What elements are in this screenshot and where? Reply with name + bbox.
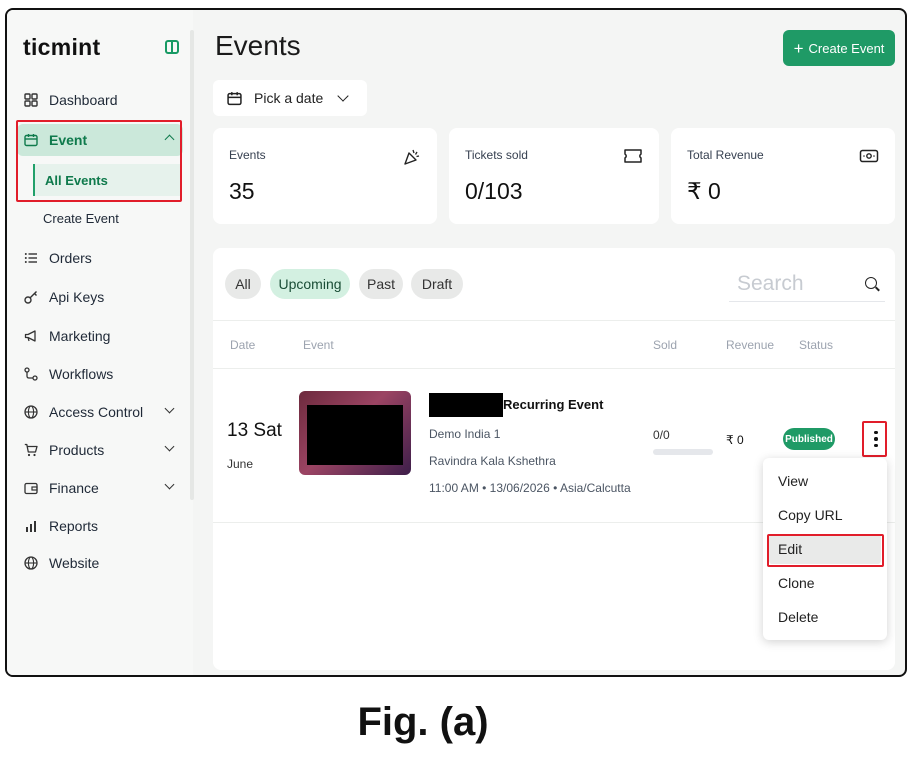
- column-header-status: Status: [799, 338, 834, 352]
- sidebar-item-website[interactable]: Website: [17, 547, 183, 579]
- sold-progress-bar: [653, 449, 713, 455]
- sidebar-item-label: Reports: [49, 518, 99, 534]
- redacted-region: [429, 393, 503, 417]
- sidebar-item-finance[interactable]: Finance: [17, 472, 183, 504]
- sidebar-item-dashboard[interactable]: Dashboard: [17, 84, 183, 116]
- status-badge: Published: [783, 428, 835, 450]
- sidebar-item-label: Finance: [49, 480, 99, 496]
- tab-draft[interactable]: Draft: [411, 269, 463, 299]
- sidebar-item-workflows[interactable]: Workflows: [17, 358, 183, 390]
- sidebar-item-marketing[interactable]: Marketing: [17, 320, 183, 352]
- chevron-down-icon: [164, 479, 175, 490]
- sidebar-item-label: Orders: [49, 250, 92, 266]
- event-revenue: ₹ 0: [726, 433, 744, 447]
- event-venue: Ravindra Kala Kshethra: [429, 454, 556, 468]
- menu-item-copy-url[interactable]: Copy URL: [769, 500, 881, 530]
- column-header-revenue: Revenue: [726, 338, 775, 352]
- event-sold: 0/0: [653, 428, 670, 442]
- stat-value: ₹ 0: [687, 178, 721, 204]
- party-popper-icon: [403, 148, 421, 171]
- chevron-down-icon: [337, 90, 349, 102]
- search-placeholder: Search: [737, 272, 804, 295]
- menu-item-delete[interactable]: Delete: [769, 602, 881, 632]
- divider: [213, 368, 895, 369]
- sidebar-item-label: Website: [49, 555, 100, 571]
- sidebar-item-orders[interactable]: Orders: [17, 242, 183, 274]
- workflow-icon: [22, 365, 40, 383]
- calendar-icon: [227, 91, 242, 106]
- tab-all[interactable]: All: [225, 269, 261, 299]
- event-datetime: 11:00 AM • 13/06/2026 • Asia/Calcutta: [429, 481, 631, 495]
- stat-value: 0/103: [465, 178, 523, 204]
- divider: [213, 320, 895, 321]
- bar-chart-icon: [22, 517, 40, 535]
- stat-label: Total Revenue: [687, 148, 764, 162]
- sidebar-item-products[interactable]: Products: [17, 434, 183, 466]
- ticket-icon: [623, 148, 643, 169]
- redacted-region: [307, 405, 403, 465]
- wallet-icon: [22, 479, 40, 497]
- globe-icon: [22, 403, 40, 421]
- chevron-down-icon: [164, 403, 175, 414]
- plus-icon: +: [793, 38, 804, 58]
- sidebar-collapse-icon[interactable]: [165, 40, 179, 54]
- stat-card-tickets-sold: Tickets sold 0/103: [449, 128, 659, 224]
- event-title[interactable]: Recurring Event: [503, 397, 603, 412]
- banknote-icon: [859, 148, 879, 169]
- stat-value: 35: [229, 178, 255, 204]
- menu-item-view[interactable]: View: [769, 466, 881, 496]
- key-icon: [22, 288, 40, 306]
- tab-upcoming[interactable]: Upcoming: [270, 269, 350, 299]
- sidebar-item-label: Marketing: [49, 328, 111, 344]
- sidebar-item-label: Workflows: [49, 366, 114, 382]
- menu-item-clone[interactable]: Clone: [769, 568, 881, 598]
- sidebar-scrollbar[interactable]: [190, 30, 194, 500]
- highlight-box-kebab: [862, 421, 887, 457]
- event-thumbnail[interactable]: [299, 391, 411, 475]
- event-organizer: Demo India 1: [429, 427, 501, 441]
- highlight-box-event: [16, 120, 182, 202]
- megaphone-icon: [22, 327, 40, 345]
- list-icon: [22, 249, 40, 267]
- sidebar-item-reports[interactable]: Reports: [17, 510, 183, 542]
- app-window: ticmint Dashboard Event All Events Creat…: [5, 8, 907, 677]
- sidebar-item-label: Products: [49, 442, 105, 458]
- create-event-button[interactable]: + Create Event: [783, 30, 895, 66]
- column-header-sold: Sold: [653, 338, 678, 352]
- event-date-month: June: [227, 457, 254, 471]
- cart-icon: [22, 441, 40, 459]
- highlight-box-edit: [767, 534, 884, 567]
- stat-card-events: Events 35: [213, 128, 437, 224]
- stat-label: Events: [229, 148, 266, 162]
- column-header-event: Event: [303, 338, 334, 352]
- page-title: Events: [215, 30, 301, 61]
- sidebar-item-access-control[interactable]: Access Control: [17, 396, 183, 428]
- chevron-down-icon: [164, 441, 175, 452]
- event-date-day: 13 Sat: [227, 420, 282, 441]
- app-logo: ticmint: [23, 34, 101, 60]
- tab-past[interactable]: Past: [359, 269, 403, 299]
- globe-icon: [22, 554, 40, 572]
- stat-label: Tickets sold: [465, 148, 528, 162]
- create-event-label: Create Event: [808, 40, 885, 56]
- sidebar-item-api-keys[interactable]: Api Keys: [17, 281, 183, 313]
- search-icon[interactable]: [865, 277, 877, 289]
- date-picker-label: Pick a date: [254, 90, 324, 106]
- search-input[interactable]: Search: [729, 270, 885, 302]
- sidebar: ticmint Dashboard Event All Events Creat…: [7, 10, 194, 675]
- sidebar-item-label: Access Control: [49, 404, 144, 420]
- sidebar-item-label: Dashboard: [49, 92, 118, 108]
- sidebar-item-create-event[interactable]: Create Event: [33, 202, 181, 234]
- sidebar-item-label: Api Keys: [49, 289, 105, 305]
- column-header-date: Date: [230, 338, 256, 352]
- figure-caption: Fig. (a): [357, 700, 489, 744]
- date-picker[interactable]: Pick a date: [213, 80, 367, 116]
- stat-card-total-revenue: Total Revenue ₹ 0: [671, 128, 895, 224]
- dashboard-grid-icon: [22, 91, 40, 109]
